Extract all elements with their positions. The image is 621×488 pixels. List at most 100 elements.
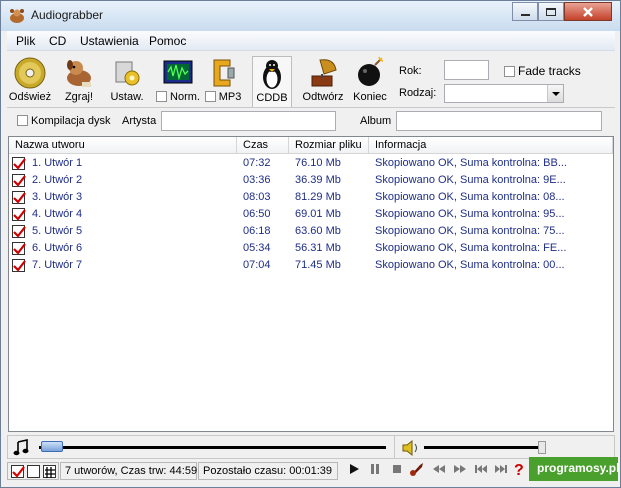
mp3-checkbox[interactable] [204, 91, 216, 102]
position-slider-thumb[interactable] [41, 441, 63, 452]
music-note-icon [13, 439, 29, 456]
previous-track-icon[interactable] [472, 460, 490, 478]
artist-label: Artysta [122, 115, 157, 127]
speaker-icon [402, 439, 417, 457]
fast-forward-icon[interactable] [451, 460, 469, 478]
track-info: Skopiowano OK, Suma kontrolna: 75... [375, 225, 565, 237]
track-time: 07:04 [243, 259, 271, 271]
table-row[interactable]: 7. Utwór 7 07:04 71.45 Mb Skopiowano OK, Su… [9, 257, 613, 274]
settings-button[interactable]: Ustaw. [107, 56, 147, 103]
track-checkbox[interactable] [12, 242, 26, 255]
year-input[interactable] [444, 60, 489, 80]
volume-slider-thumb[interactable] [538, 441, 546, 454]
minimize-button[interactable] [512, 2, 538, 21]
table-row[interactable]: 1. Utwór 1 07:32 76.10 Mb Skopiowano OK, Su… [9, 155, 613, 172]
normalize-checkbox[interactable] [156, 91, 168, 102]
track-checkbox[interactable] [12, 157, 26, 170]
penguin-icon [263, 60, 281, 89]
track-size: 81.29 Mb [295, 191, 341, 203]
table-row[interactable]: 4. Utwór 4 06:50 69.01 Mb Skopiowano OK, Su… [9, 206, 613, 223]
table-row[interactable]: 2. Utwór 2 03:36 36.39 Mb Skopiowano OK, Su… [9, 172, 613, 189]
chevron-down-icon [552, 92, 560, 96]
album-input[interactable] [396, 111, 602, 131]
table-row[interactable]: 3. Utwór 3 08:03 81.29 Mb Skopiowano OK, Su… [9, 189, 613, 206]
fade-tracks-checkbox[interactable] [504, 66, 515, 77]
track-size: 36.39 Mb [295, 174, 341, 186]
track-time: 05:34 [243, 242, 271, 254]
play-button[interactable]: Odtwórz [300, 56, 346, 103]
next-track-icon[interactable] [492, 460, 510, 478]
rewind-icon[interactable] [430, 460, 448, 478]
track-checkbox[interactable] [12, 259, 26, 272]
volume-track[interactable] [424, 446, 540, 449]
menu-pomoc[interactable]: Pomoc [149, 34, 186, 48]
title-bar: Audiograbber [1, 1, 620, 31]
grab-label: Zgraj! [64, 91, 94, 103]
minimize-icon [520, 13, 530, 16]
menu-cd[interactable]: CD [49, 34, 66, 48]
watermark-badge: programosy.pl [529, 457, 619, 481]
cddb-label: CDDB [256, 92, 288, 104]
play-label: Odtwórz [302, 91, 344, 103]
check-all-button[interactable] [11, 465, 25, 478]
fade-tracks-label: Fade tracks [518, 64, 581, 78]
track-list[interactable]: Nazwa utworu Czas Rozmiar pliku Informac… [8, 136, 614, 432]
app-window: Audiograbber Plik CD Ustawienia Pomoc Od… [0, 0, 621, 488]
grid-icon [45, 467, 55, 478]
maximize-button[interactable] [538, 2, 564, 21]
refresh-button[interactable]: Odśwież [7, 56, 53, 103]
table-row[interactable]: 6. Utwór 6 05:34 56.31 Mb Skopiowano OK, Su… [9, 240, 613, 257]
track-size: 71.45 Mb [295, 259, 341, 271]
uncheck-all-button[interactable] [27, 465, 40, 478]
genre-select[interactable] [444, 84, 564, 103]
eject-guitar-icon[interactable] [408, 460, 426, 478]
remaining-time-status: Pozostało czasu: 00:01:39 [198, 462, 338, 480]
stop-icon[interactable] [388, 460, 406, 478]
compilation-checkbox[interactable] [17, 115, 28, 126]
invert-selection-button[interactable] [43, 465, 56, 478]
checkmark-icon [13, 209, 26, 221]
compilation-label: Kompilacja dysk [31, 115, 111, 127]
track-checkbox[interactable] [12, 191, 26, 204]
genre-dropdown-button[interactable] [547, 85, 563, 102]
selection-tools [7, 462, 59, 480]
menu-ustawienia[interactable]: Ustawienia [80, 34, 139, 48]
track-info: Skopiowano OK, Suma kontrolna: 95... [375, 208, 565, 220]
column-header-size[interactable]: Rozmiar pliku [289, 137, 369, 154]
mp3-toggle[interactable]: MP3 [203, 56, 243, 103]
play-icon[interactable] [345, 460, 363, 478]
track-info: Skopiowano OK, Suma kontrolna: BB... [375, 157, 567, 169]
track-info: Skopiowano OK, Suma kontrolna: 08... [375, 191, 565, 203]
table-row[interactable]: 5. Utwór 5 06:18 63.60 Mb Skopiowano OK, Su… [9, 223, 613, 240]
track-name: 3. Utwór 3 [32, 191, 83, 203]
track-checkbox[interactable] [12, 208, 26, 221]
menu-plik[interactable]: Plik [16, 34, 35, 48]
year-label: Rok: [399, 65, 422, 77]
track-name: 2. Utwór 2 [32, 174, 83, 186]
track-checkbox[interactable] [12, 225, 26, 238]
track-name: 6. Utwór 6 [32, 242, 83, 254]
close-button[interactable] [564, 2, 612, 21]
cddb-button[interactable]: CDDB [252, 56, 292, 108]
refresh-label: Odśwież [8, 91, 52, 103]
position-track[interactable] [39, 446, 386, 449]
help-question-icon[interactable]: ? [511, 460, 529, 478]
track-name: 4. Utwór 4 [32, 208, 83, 220]
pause-icon[interactable] [366, 460, 384, 478]
track-time: 08:03 [243, 191, 271, 203]
checkmark-icon [13, 260, 26, 272]
column-header-name[interactable]: Nazwa utworu [9, 137, 237, 154]
svg-text:?: ? [514, 462, 524, 478]
column-header-info[interactable]: Informacja [369, 137, 613, 154]
exit-button[interactable]: Koniec [351, 56, 389, 103]
column-header-time[interactable]: Czas [237, 137, 289, 154]
artist-input[interactable] [161, 111, 336, 131]
normalize-toggle[interactable]: Norm. [156, 56, 200, 103]
grab-button[interactable]: Zgraj! [59, 56, 99, 103]
bomb-icon [358, 56, 384, 86]
track-info: Skopiowano OK, Suma kontrolna: 00... [375, 259, 565, 271]
track-checkbox[interactable] [12, 174, 26, 187]
exit-label: Koniec [353, 91, 387, 103]
window-title: Audiograbber [31, 8, 104, 22]
genre-label: Rodzaj: [399, 87, 437, 99]
